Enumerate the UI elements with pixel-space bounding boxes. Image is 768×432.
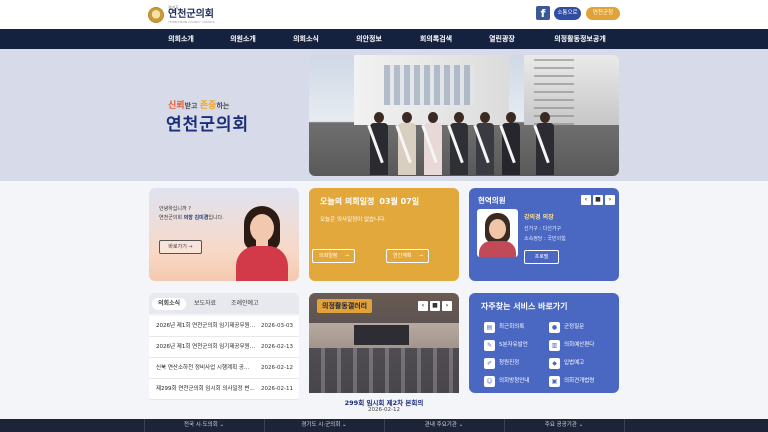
member-figure: [473, 112, 495, 176]
footer-links-bar: 전국 시·도의회 ⌄ 경기도 시·군의회 ⌄ 관내 주요기관 ⌄ 주요 공공기관…: [0, 419, 768, 432]
quick-services-panel: 자주찾는 서비스 바로가기 ▤ 최근회의록 ● 군정질문 ✎ 5분자유발언 ▥ 의회예산…: [469, 293, 619, 393]
top-header: 경기도 연천군의회 YEONCHEON COUNTY COUNCIL f 소통으…: [0, 0, 768, 29]
news-item[interactable]: 2026년 제1회 연천군의회 임기제공무원 ... 2026-02-13: [149, 337, 299, 358]
county-office-button[interactable]: 연천군청: [586, 7, 620, 20]
arrow-right-icon: →: [418, 253, 423, 259]
main-nav: 의회소개 의원소개 의회소식 의안정보 회의록검색 열린광장 의정활동정보공개: [0, 29, 768, 49]
chat-icon: ✎: [484, 340, 495, 351]
today-schedule-card: 오늘의 의회일정 03월 07일 오늘은 의사일정이 없습니다. 의회일정 → 연간…: [309, 188, 459, 281]
tab-press-release[interactable]: 보도자료: [194, 298, 216, 310]
footer-national-councils[interactable]: 전국 시·도의회 ⌄: [144, 419, 264, 432]
member-figure: [499, 112, 521, 176]
greeting-line1: 안녕하십니까 ?: [159, 206, 191, 212]
book-icon: ▣: [549, 376, 560, 387]
member-party: 소속정당 : 국민의힘: [524, 235, 566, 242]
chairperson-photo: [236, 206, 288, 281]
gallery-carousel-controls: ‹ ■ ›: [418, 301, 452, 311]
nav-item-bills[interactable]: 의안정보: [348, 29, 390, 49]
site-logo[interactable]: 경기도 연천군의회 YEONCHEON COUNTY COUNCIL: [148, 6, 215, 24]
pause-icon[interactable]: ■: [430, 301, 440, 311]
logo-title: 연천군의회: [168, 9, 214, 20]
service-petition[interactable]: ✐ 청원진정: [484, 358, 519, 369]
emblem-icon: [148, 7, 164, 23]
schedule-date: 03월 07일: [379, 197, 420, 206]
gallery-label: 의정활동갤러리: [317, 299, 373, 313]
next-icon[interactable]: ›: [605, 195, 615, 205]
footer-public-agencies[interactable]: 주요 공공기관 ⌄: [504, 419, 624, 432]
members-carousel-controls: ‹ ■ ›: [581, 195, 615, 205]
footer-local-agencies[interactable]: 관내 주요기관 ⌄: [384, 419, 504, 432]
news-item[interactable]: 신북 연산소하천 정비사업 시행계획 공... 2026-02-12: [149, 358, 299, 379]
nav-item-council-intro[interactable]: 의회소개: [160, 29, 202, 49]
megaphone-icon: ◆: [549, 358, 560, 369]
chart-icon: ▥: [549, 340, 560, 351]
news-tabs: 의회소식 보도자료 조례안예고: [149, 293, 299, 314]
news-item[interactable]: 2026년 제1회 연천군의회 임기제공무원 ... 2026-03-03: [149, 316, 299, 337]
service-5min-speech[interactable]: ✎ 5분자유발언: [484, 340, 528, 351]
arrow-right-icon: →: [344, 253, 349, 259]
services-title: 자주찾는 서비스 바로가기: [481, 302, 568, 311]
people-icon: ☺: [484, 376, 495, 387]
member-name: 강의경 의장: [524, 214, 554, 221]
service-questions[interactable]: ● 군정질문: [549, 322, 584, 333]
prev-icon[interactable]: ‹: [418, 301, 428, 311]
tab-council-news[interactable]: 의회소식: [152, 298, 187, 310]
nav-item-minutes[interactable]: 회의록검색: [410, 29, 462, 49]
gallery-date: 2026-02-12: [368, 407, 400, 413]
member-photo: [477, 209, 518, 257]
greeting-line2: 연천군의회 의장 김미경입니다.: [159, 214, 224, 221]
news-panel: 의회소식 보도자료 조례안예고 2026년 제1회 연천군의회 임기제공무원 .…: [149, 293, 299, 400]
nav-item-disclosure[interactable]: 의정활동정보공개: [546, 29, 614, 49]
member-figure: [367, 112, 389, 176]
gallery-caption[interactable]: 299회 임시회 제2차 본회의: [309, 397, 459, 407]
nav-item-open-square[interactable]: 열린광장: [481, 29, 523, 49]
member-figure: [395, 112, 417, 176]
service-legislation-notice[interactable]: ◆ 입법예고: [549, 358, 584, 369]
pause-icon[interactable]: ■: [593, 195, 603, 205]
members-title: 현역의원: [478, 196, 506, 205]
pen-icon: ✐: [484, 358, 495, 369]
nav-item-members[interactable]: 의원소개: [222, 29, 264, 49]
next-icon[interactable]: ›: [442, 301, 452, 311]
prev-icon[interactable]: ‹: [581, 195, 591, 205]
member-figure: [533, 112, 555, 176]
service-minutes[interactable]: ▤ 최근회의록: [484, 322, 524, 333]
schedule-title: 오늘의 의회일정: [320, 197, 375, 206]
greeting-shortcut-button[interactable]: 바로가기 →: [159, 240, 202, 254]
service-visit-guide[interactable]: ☺ 의회방청안내: [484, 376, 529, 387]
news-item[interactable]: 제299회 연천군의회 임시회 의사일정 변... 2026-02-11: [149, 379, 299, 400]
service-budget[interactable]: ▥ 의회예산편다: [549, 340, 594, 351]
member-profile-button[interactable]: 프로필: [524, 250, 559, 264]
hero-title: 연천군의회: [166, 115, 250, 135]
tab-ordinance-notice[interactable]: 조례안예고: [231, 298, 259, 310]
member-figure: [447, 112, 469, 176]
hero-photo: [309, 55, 619, 176]
service-laws[interactable]: ▣ 의회견개법령: [549, 376, 594, 387]
facebook-icon[interactable]: f: [536, 6, 550, 20]
council-schedule-button[interactable]: 의회일정 →: [312, 249, 355, 263]
login-button[interactable]: 소통으로: [554, 7, 581, 20]
schedule-message: 오늘은 의사일정이 없습니다.: [320, 217, 386, 223]
footer-gyeonggi-councils[interactable]: 경기도 시·군의회 ⌄: [264, 419, 384, 432]
lock-icon: ●: [549, 322, 560, 333]
document-icon: ▤: [484, 322, 495, 333]
nav-item-news[interactable]: 의회소식: [285, 29, 327, 49]
member-district: 선거구 : 다선거구: [524, 226, 562, 232]
member-figure: [421, 112, 443, 176]
annual-plan-button[interactable]: 연간계획 →: [386, 249, 429, 263]
news-list: 2026년 제1회 연천군의회 임기제공무원 ... 2026-03-03 202…: [149, 316, 299, 400]
logo-subtitle: YEONCHEON COUNTY COUNCIL: [168, 20, 216, 24]
